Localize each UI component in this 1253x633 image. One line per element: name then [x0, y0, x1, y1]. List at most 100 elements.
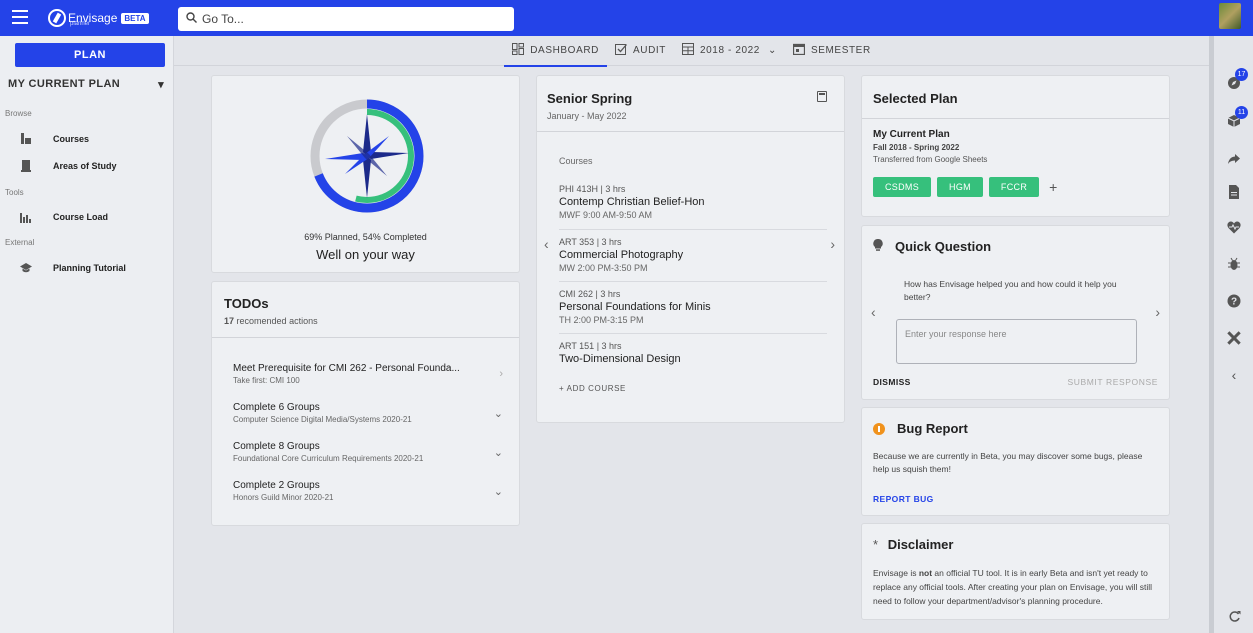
dismiss-button[interactable]: DISMISS [873, 377, 911, 387]
add-course-button[interactable]: + ADD COURSE [559, 384, 626, 393]
course-time: TH 2:00 PM-3:15 PM [559, 315, 644, 325]
add-chip-icon[interactable]: + [1049, 179, 1057, 195]
tab-label: SEMESTER [810, 45, 871, 56]
chevron-left-icon[interactable]: ‹ [544, 236, 549, 252]
chevron-right-icon[interactable]: › [1155, 304, 1160, 320]
submit-response-button[interactable]: SUBMIT RESPONSE [1067, 377, 1158, 387]
chevron-right-icon[interactable]: › [830, 236, 835, 252]
divider [212, 337, 519, 338]
chart-icon [20, 211, 32, 223]
plan-button[interactable]: PLAN [15, 43, 165, 67]
section-tools-label: Tools [5, 188, 24, 197]
sidebar-item-label: Areas of Study [53, 161, 117, 171]
todo-item[interactable]: Complete 8 Groups Foundational Core Curr… [233, 441, 503, 463]
disclaimer-text-bold: not [918, 568, 933, 578]
left-sidebar: PLAN MY CURRENT PLAN ▾ Browse Courses Ar… [0, 36, 174, 633]
asterisk-icon: * [873, 537, 879, 552]
quick-question-title: Quick Question [895, 239, 992, 254]
chevron-down-icon[interactable]: ⌄ [494, 407, 503, 420]
courses-label: Courses [559, 156, 593, 166]
course-item[interactable]: ART 353 | 3 hrs Commercial Photography M… [559, 237, 827, 273]
todo-subtitle: Computer Science Digital Media/Systems 2… [233, 415, 412, 424]
divider [559, 333, 827, 334]
user-avatar[interactable] [1219, 3, 1241, 29]
search-placeholder: Go To... [202, 12, 244, 26]
sidebar-item-planning-tutorial[interactable]: Planning Tutorial [20, 262, 126, 274]
response-input[interactable]: Enter your response here [896, 319, 1137, 364]
todo-item[interactable]: Meet Prerequisite for CMI 262 - Personal… [233, 363, 503, 385]
sidebar-item-areas-of-study[interactable]: Areas of Study [20, 160, 117, 172]
dashboard-icon [512, 43, 525, 58]
collapse-chevron-icon[interactable]: ‹ [1226, 367, 1242, 383]
progress-donut [310, 99, 424, 213]
view-tabs: DASHBOARD AUDIT 2018 - 2022 ⌄ SEMESTER [174, 36, 1209, 67]
todo-title: Complete 8 Groups [233, 441, 320, 452]
bug-icon [873, 422, 885, 435]
quick-question-text: How has Envisage helped you and how coul… [904, 279, 1117, 302]
selected-plan-title: Selected Plan [873, 91, 958, 106]
course-item[interactable]: PHI 413H | 3 hrs Contemp Christian Belie… [559, 184, 827, 220]
todo-item[interactable]: Complete 2 Groups Honors Guild Minor 202… [233, 480, 503, 502]
tab-dashboard[interactable]: DASHBOARD [504, 36, 607, 67]
semester-title: Senior Spring [547, 91, 633, 106]
chip-csdms[interactable]: CSDMS [873, 177, 932, 197]
document-icon[interactable] [1226, 185, 1242, 201]
plan-select-label: MY CURRENT PLAN [8, 78, 121, 90]
todos-count-suffix: recomended actions [236, 316, 318, 326]
todo-subtitle: Honors Guild Minor 2020-21 [233, 493, 334, 502]
search-input[interactable]: Go To... [178, 7, 514, 31]
bug-report-title: Bug Report [897, 421, 968, 436]
plan-select[interactable]: MY CURRENT PLAN ▾ [8, 78, 164, 91]
divider [537, 131, 844, 132]
chevron-right-icon: › [499, 368, 503, 380]
heart-pulse-icon[interactable] [1226, 221, 1242, 237]
tab-semester[interactable]: SEMESTER [785, 36, 879, 66]
plan-note: Transferred from Google Sheets [873, 155, 988, 164]
school-icon [20, 262, 32, 274]
todo-title: Complete 6 Groups [233, 402, 320, 413]
progress-summary: 69% Planned, 54% Completed [304, 232, 427, 242]
package-icon[interactable]: 11 [1226, 106, 1248, 130]
share-icon[interactable] [1226, 152, 1242, 168]
chevron-down-icon[interactable]: ⌄ [494, 446, 503, 459]
todo-item[interactable]: Complete 6 Groups Computer Science Digit… [233, 402, 503, 424]
calendar-icon[interactable] [817, 91, 827, 102]
chevron-left-icon[interactable]: ‹ [871, 304, 876, 320]
app-logo[interactable]: Envisage planner BETA [48, 7, 149, 29]
explore-icon[interactable]: 17 [1226, 68, 1248, 92]
todo-title: Complete 2 Groups [233, 480, 320, 491]
course-item[interactable]: ART 151 | 3 hrs Two-Dimensional Design [559, 341, 827, 365]
sidebar-item-label: Course Load [53, 212, 109, 222]
progress-card: 69% Planned, 54% Completed Well on your … [211, 75, 520, 273]
divider [559, 281, 827, 282]
quick-question-card: Quick Question How has Envisage helped y… [861, 225, 1170, 400]
chevron-down-icon: ⌄ [767, 45, 777, 56]
right-rail: 17 11 ? ‹ [1214, 36, 1253, 633]
course-meta: ART 151 | 3 hrs [559, 341, 622, 351]
notification-badge: 17 [1235, 68, 1248, 81]
chip-fccr[interactable]: FCCR [988, 177, 1040, 197]
menu-icon[interactable] [12, 10, 28, 24]
course-item[interactable]: CMI 262 | 3 hrs Personal Foundations for… [559, 289, 827, 325]
sidebar-item-course-load[interactable]: Course Load [20, 211, 108, 223]
lightbulb-icon [873, 238, 883, 254]
bug-report-header: Bug Report [873, 421, 968, 436]
tools-icon[interactable] [1226, 331, 1242, 347]
calendar-icon [792, 43, 806, 58]
course-meta: CMI 262 | 3 hrs [559, 289, 621, 299]
tab-year-range[interactable]: 2018 - 2022 ⌄ [674, 36, 785, 66]
todo-subtitle: Take first: CMI 100 [233, 376, 300, 385]
sidebar-item-courses[interactable]: Courses [20, 133, 89, 145]
tab-audit[interactable]: AUDIT [607, 36, 674, 66]
chip-hgm[interactable]: HGM [937, 177, 983, 197]
refresh-icon[interactable] [1226, 610, 1242, 626]
chevron-down-icon[interactable]: ⌄ [494, 485, 503, 498]
help-icon[interactable]: ? [1226, 294, 1242, 310]
bug-report-icon[interactable] [1226, 257, 1242, 273]
compass-logo-icon [48, 9, 66, 27]
course-time: MW 2:00 PM-3:50 PM [559, 263, 648, 273]
report-bug-button[interactable]: REPORT BUG [873, 494, 934, 504]
disclaimer-title: Disclaimer [887, 537, 954, 552]
selected-plan-card: Selected Plan My Current Plan Fall 2018 … [861, 75, 1170, 217]
todos-card: TODOs 17 recomended actions Meet Prerequ… [211, 281, 520, 526]
